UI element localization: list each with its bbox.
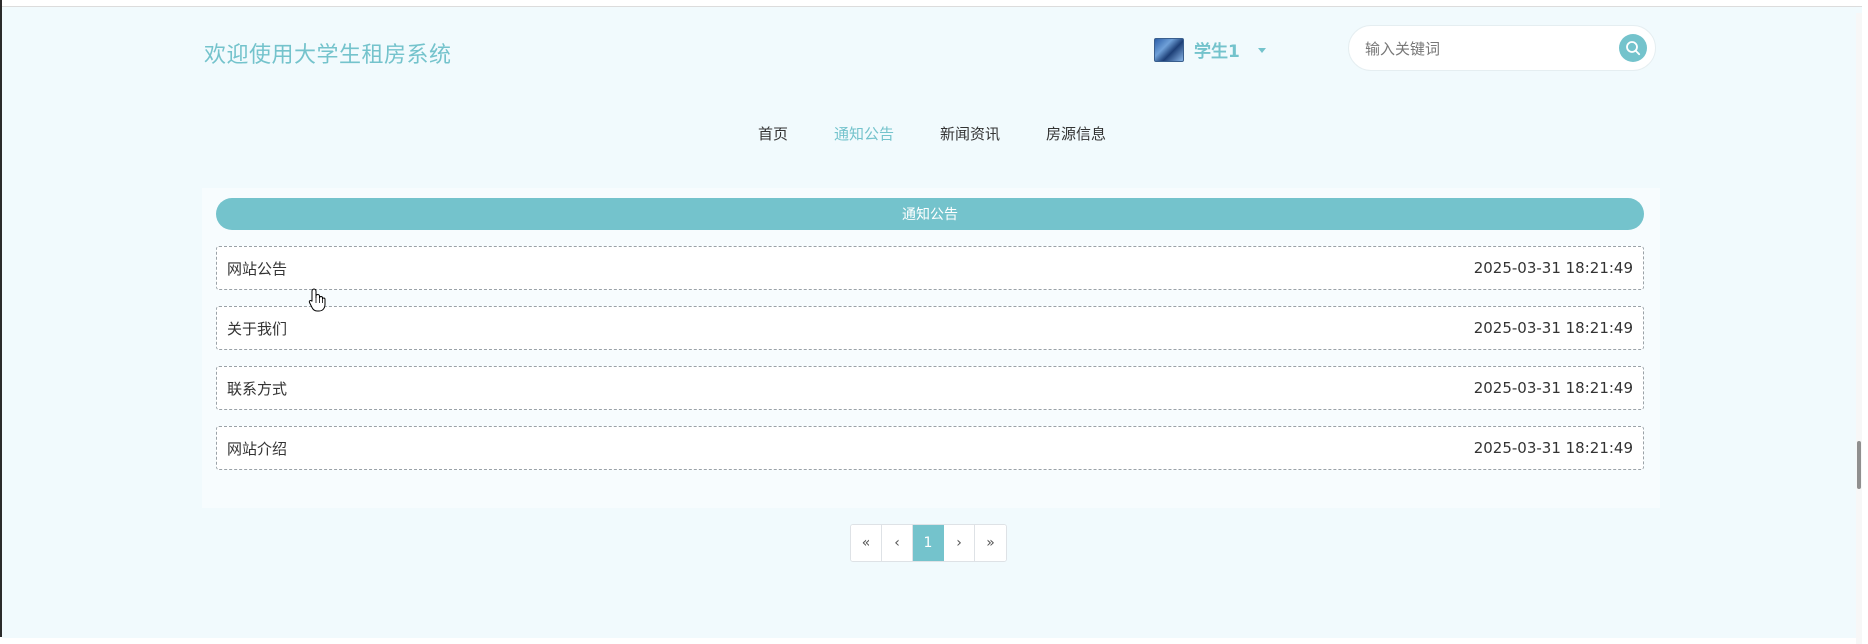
search-box	[1348, 25, 1656, 72]
list-item-title[interactable]: 联系方式	[227, 378, 287, 399]
main-nav: 首页 通知公告 新闻资讯 房源信息	[2, 123, 1862, 144]
prev-page-button[interactable]: ‹	[882, 525, 913, 561]
nav-item-housing[interactable]: 房源信息	[1046, 123, 1106, 144]
next-page-button[interactable]: ›	[944, 525, 975, 561]
page: 欢迎使用大学生租房系统 学生1 首页 通知公告 新闻资讯 房源信息 通知公告 网…	[2, 6, 1862, 644]
search-icon	[1626, 41, 1641, 56]
list-item[interactable]: 网站公告 2025-03-31 18:21:49	[216, 246, 1644, 290]
user-menu[interactable]: 学生1	[1154, 37, 1266, 62]
list-item-time: 2025-03-31 18:21:49	[1473, 319, 1633, 337]
last-page-button[interactable]: »	[975, 525, 1006, 561]
list-item-time: 2025-03-31 18:21:49	[1473, 439, 1633, 457]
list-item[interactable]: 关于我们 2025-03-31 18:21:49	[216, 306, 1644, 350]
page-number-button[interactable]: 1	[913, 525, 944, 561]
nav-item-notices[interactable]: 通知公告	[834, 123, 894, 144]
first-page-button[interactable]: «	[851, 525, 882, 561]
user-name[interactable]: 学生1	[1194, 37, 1240, 62]
site-title: 欢迎使用大学生租房系统	[204, 43, 452, 68]
nav-item-home[interactable]: 首页	[758, 123, 788, 144]
list-item-title[interactable]: 网站介绍	[227, 438, 287, 459]
scrollbar[interactable]	[1856, 13, 1862, 644]
hand-cursor-icon	[308, 288, 326, 312]
pagination: « ‹ 1 › »	[850, 524, 1007, 562]
list-item-title[interactable]: 关于我们	[227, 318, 287, 339]
search-button[interactable]	[1619, 34, 1647, 62]
list-item-time: 2025-03-31 18:21:49	[1473, 259, 1633, 277]
panel-title: 通知公告	[216, 198, 1644, 230]
notice-list: 网站公告 2025-03-31 18:21:49 关于我们 2025-03-31…	[216, 246, 1644, 486]
list-item-time: 2025-03-31 18:21:49	[1473, 379, 1633, 397]
nav-item-news[interactable]: 新闻资讯	[940, 123, 1000, 144]
list-item[interactable]: 联系方式 2025-03-31 18:21:49	[216, 366, 1644, 410]
search-input[interactable]	[1363, 26, 1607, 72]
scrollbar-thumb[interactable]	[1857, 441, 1861, 489]
notice-panel: 通知公告 网站公告 2025-03-31 18:21:49 关于我们 2025-…	[202, 188, 1660, 508]
chevron-down-icon[interactable]	[1257, 48, 1266, 53]
avatar	[1154, 37, 1184, 62]
list-item[interactable]: 网站介绍 2025-03-31 18:21:49	[216, 426, 1644, 470]
list-item-title[interactable]: 网站公告	[227, 258, 287, 279]
